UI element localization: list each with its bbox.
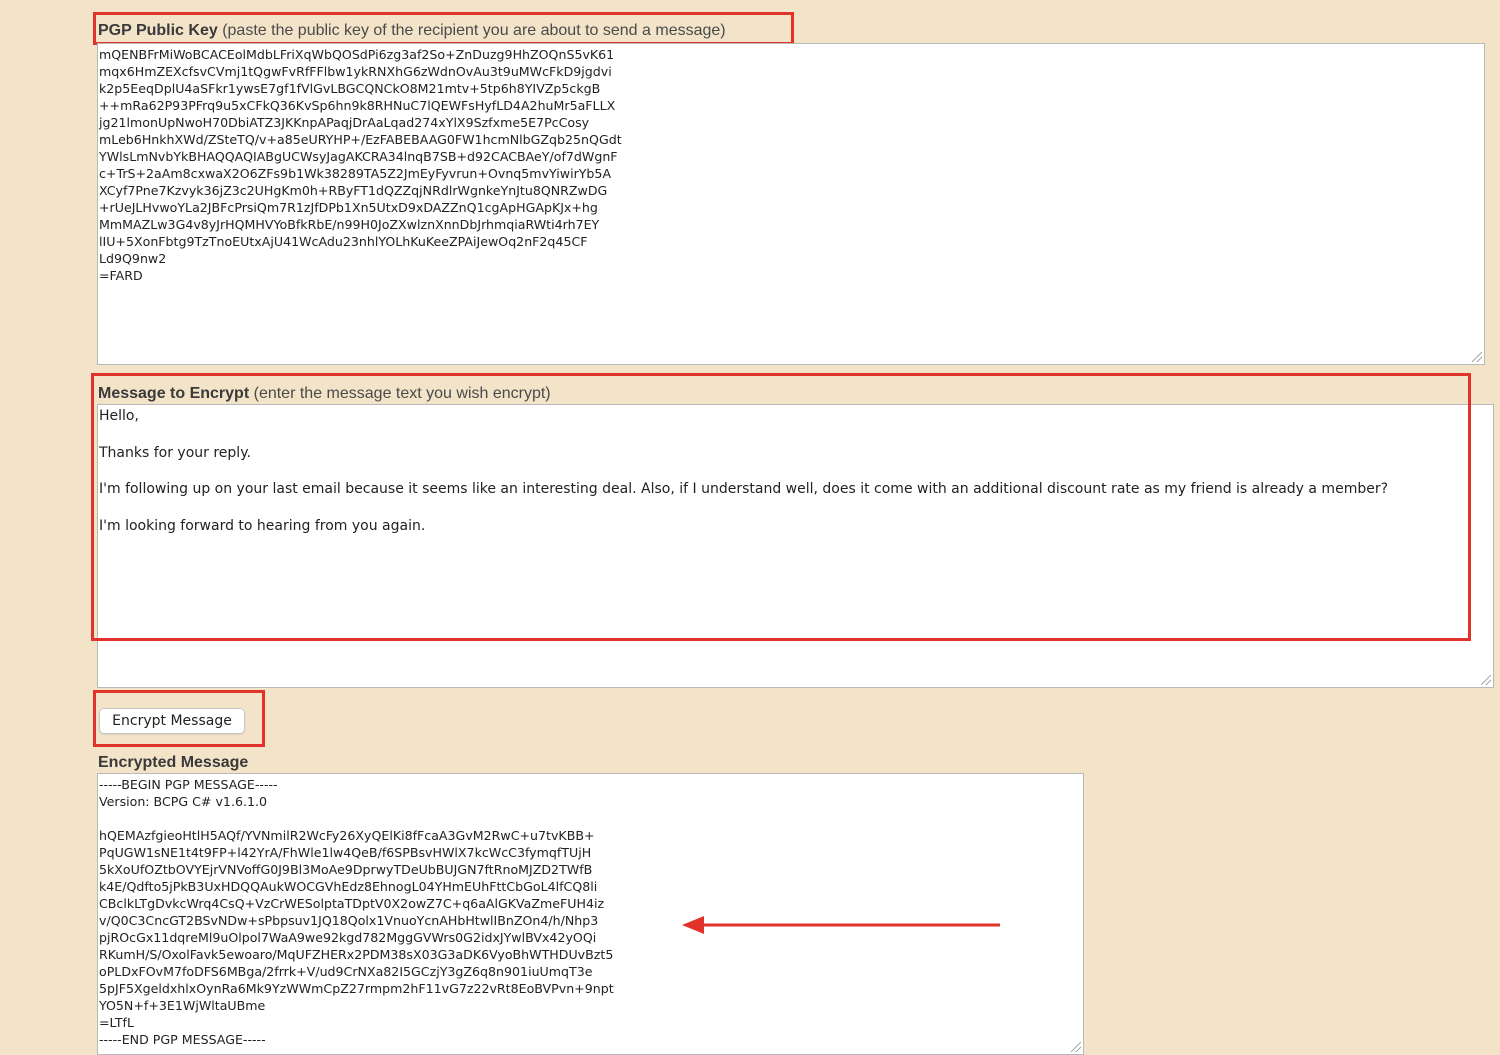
pgp-key-line: jg21lmonUpNwoH70DbiATZ3JKKnpAPaqjDrAaLqa… <box>99 115 590 130</box>
encrypted-label: Encrypted Message <box>98 754 248 772</box>
encrypted-line: =LTfL <box>99 1015 134 1030</box>
pgp-public-key-text: mQENBFrMiWoBCACEolMdbLFriXqWbQOSdPi6zg3a… <box>98 44 1484 286</box>
pgp-key-line: mQENBFrMiWoBCACEolMdbLFriXqWbQOSdPi6zg3a… <box>99 47 615 62</box>
pgp-public-key-textarea[interactable]: mQENBFrMiWoBCACEolMdbLFriXqWbQOSdPi6zg3a… <box>97 43 1485 365</box>
pgp-key-line: mLeb6HnkhXWd/ZSteTQ/v+a85eURYHP+/EzFABEB… <box>99 132 622 147</box>
encrypted-line: Version: BCPG C# v1.6.1.0 <box>99 794 267 809</box>
encrypted-line: YO5N+f+3E1WjWltaUBme <box>99 998 266 1013</box>
encrypted-message-text: -----BEGIN PGP MESSAGE----- Version: BCP… <box>98 774 1083 1050</box>
encrypted-line: hQEMAzfgieoHtlH5AQf/YVNmilR2WcFy26XyQElK… <box>99 828 595 843</box>
resize-handle-icon[interactable] <box>1481 675 1491 685</box>
pgp-key-line: +rUeJLHvwoYLa2JBFcPrsiQm7R1zJfDPb1Xn5Utx… <box>99 200 598 215</box>
pgp-key-line: c+TrS+2aAm8cxwaX2O6ZFs9b1Wk38289TA5Z2JmE… <box>99 166 612 181</box>
pgp-key-line: Ld9Q9nw2 <box>99 251 167 266</box>
pgp-key-label-highlight <box>93 12 794 45</box>
encrypted-line: oPLDxFOvM7foDFS6MBga/2frrk+V/ud9CrNXa82I… <box>99 964 593 979</box>
resize-handle-icon[interactable] <box>1071 1042 1081 1052</box>
resize-handle-icon[interactable] <box>1472 352 1482 362</box>
encrypted-line: PqUGW1sNE1t4t9FP+l42YrA/FhWle1lw4QeB/f6S… <box>99 845 592 860</box>
encrypted-line: 5pJF5XgeldxhlxOynRa6Mk9YzWWmCpZ27rmpm2hF… <box>99 981 614 996</box>
pgp-key-line: MmMAZLw3G4v8yJrHQMHVYoBfkRbE/n99H0JoZXwl… <box>99 217 600 232</box>
encrypted-line: -----END PGP MESSAGE----- <box>99 1032 266 1047</box>
pgp-key-line: XCyf7Pne7Kzvyk36jZ3c2UHgKm0h+RByFT1dQZZq… <box>99 183 608 198</box>
pgp-key-line: YWlsLmNvbYkBHAQQAQIABgUCWsyJagAKCRA34lnq… <box>99 149 618 164</box>
pgp-key-line: lIU+5XonFbtg9TzTnoEUtxAjU41WcAdu23nhlYOL… <box>99 234 588 249</box>
pgp-key-line: =FARD <box>99 268 143 283</box>
encrypted-label-bold: Encrypted Message <box>98 754 249 771</box>
encrypted-line: RKumH/S/OxolFavk5ewoaro/MqUFZHERx2PDM38s… <box>99 947 614 962</box>
encrypted-line: v/Q0C3CncGT2BSvNDw+sPbpsuv1JQ18Qolx1Vnuo… <box>99 913 599 928</box>
encrypted-line: -----BEGIN PGP MESSAGE----- <box>99 777 278 792</box>
encrypted-line: pjROcGx11dqreMl9uOlpol7WaA9we92kgd782Mgg… <box>99 930 597 945</box>
message-highlight <box>91 373 1471 641</box>
annotation-arrow-icon <box>682 916 1000 934</box>
pgp-key-line: ++mRa62P93PFrq9u5xCFkQ36KvSp6hn9k8RHNuC7… <box>99 98 616 113</box>
pgp-key-line: mqx6HmZEXcfsvCVmj1tQgwFvRfFFlbw1ykRNXhG6… <box>99 64 612 79</box>
encrypted-line: CBclkLTgDvkcWrq4CsQ+VzCrWESolptaTDptV0X2… <box>99 896 605 911</box>
encrypted-line: k4E/Qdfto5jPkB3UxHDQQAukWOCGVhEdz8EhnogL… <box>99 879 598 894</box>
encrypt-message-button[interactable]: Encrypt Message <box>99 708 245 734</box>
pgp-key-line: k2p5EeqDplU4aSFkr1ywsE7gf1fVlGvLBGCQNCkO… <box>99 81 601 96</box>
encrypted-line: 5kXoUfOZtbOVYEjrVNVoffG0J9Bl3MoAe9DprwyT… <box>99 862 593 877</box>
